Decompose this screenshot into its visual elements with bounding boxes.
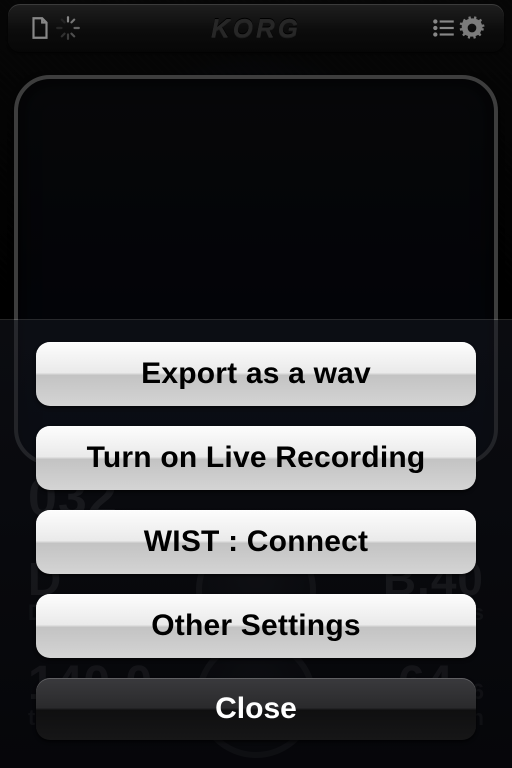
wist-connect-button[interactable]: WIST : Connect xyxy=(36,510,476,574)
other-settings-button[interactable]: Other Settings xyxy=(36,594,476,658)
action-sheet: Export as a wav Turn on Live Recording W… xyxy=(0,320,512,768)
export-wav-button[interactable]: Export as a wav xyxy=(36,342,476,406)
close-button[interactable]: Close xyxy=(36,678,476,740)
live-recording-button[interactable]: Turn on Live Recording xyxy=(36,426,476,490)
